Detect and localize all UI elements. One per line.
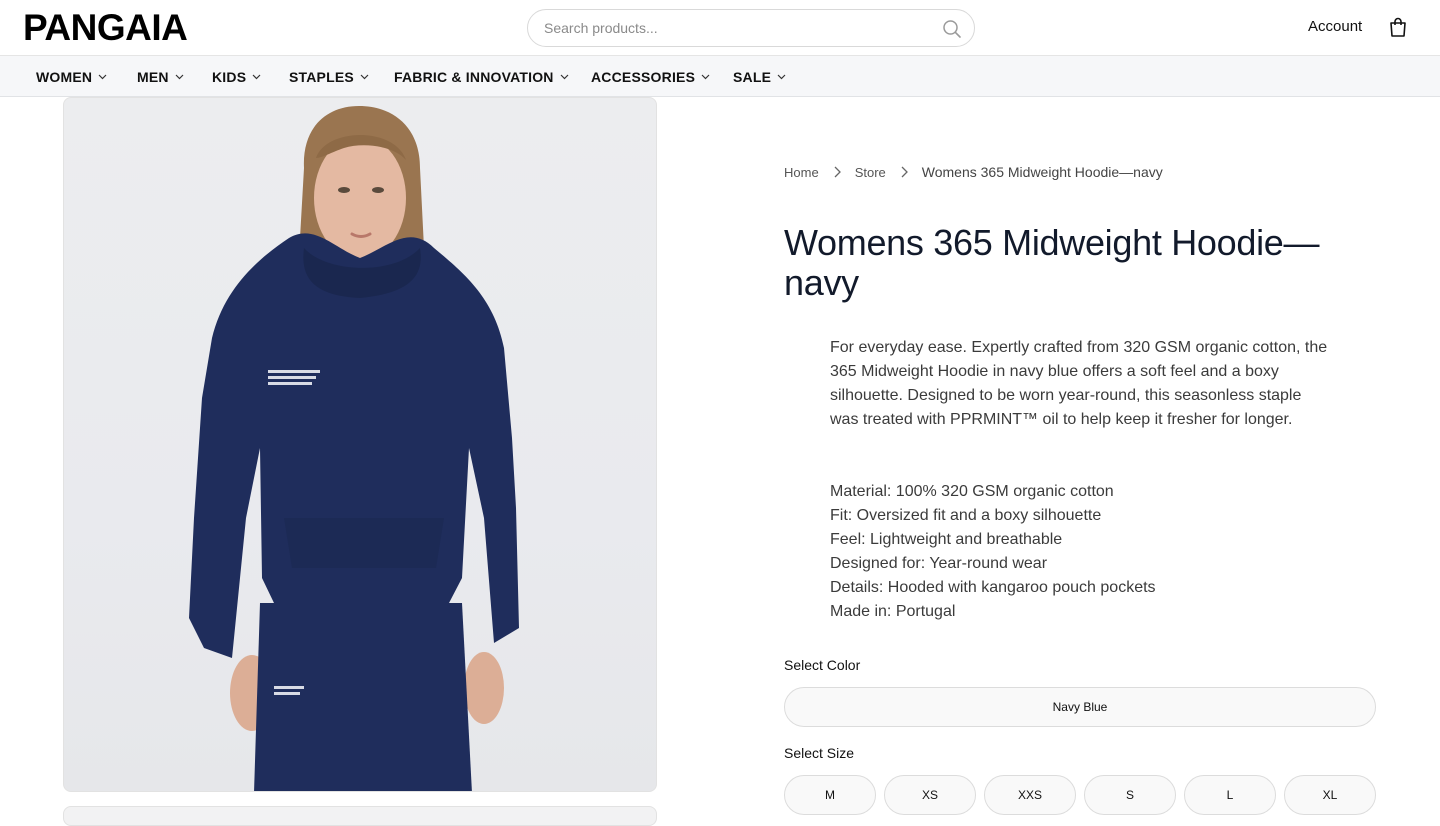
size-option-xs[interactable]: XS [884,775,976,815]
nav-item-label: FABRIC & INNOVATION [394,69,554,85]
chevron-down-icon [175,74,184,80]
site-header: PANGAIA Account [0,0,1440,56]
nav-item-label: MEN [137,69,169,85]
breadcrumb: Home Store Womens 365 Midweight Hoodie—n… [784,163,1163,181]
size-option-s[interactable]: S [1084,775,1176,815]
chevron-down-icon [98,74,107,80]
chevron-down-icon [252,74,261,80]
chevron-down-icon [360,74,369,80]
search-icon[interactable] [942,19,962,39]
chevron-right-icon [901,166,908,178]
spec-designed-for: Designed for: Year-round wear [830,555,1048,572]
product-title: Womens 365 Midweight Hoodie—navy [784,222,1320,303]
nav-item-men[interactable]: MEN [137,68,184,86]
size-option-m[interactable]: M [784,775,876,815]
size-option-xxs[interactable]: XXS [984,775,1076,815]
size-option-l[interactable]: L [1184,775,1276,815]
nav-item-sale[interactable]: SALE [733,68,786,86]
spec-details: Details: Hooded with kangaroo pouch pock… [830,579,1156,596]
nav-item-label: STAPLES [289,69,354,85]
product-image[interactable] [63,97,657,792]
chevron-down-icon [560,74,569,80]
nav-item-label: ACCESSORIES [591,69,696,85]
nav-item-women[interactable]: WOMEN [36,68,107,86]
main-navigation: WOMEN MEN KIDS STAPLES FABRIC & INNOVATI… [0,56,1440,97]
spec-feel: Feel: Lightweight and breathable [830,531,1063,548]
breadcrumb-store[interactable]: Store [855,165,886,180]
chevron-right-icon [834,166,841,178]
model-photo [189,106,519,791]
nav-item-fabric-innovation[interactable]: FABRIC & INNOVATION [394,68,569,86]
spec-fit: Fit: Oversized fit and a boxy silhouette [830,507,1102,524]
chevron-down-icon [701,74,710,80]
select-size-label: Select Size [784,745,855,761]
select-color-label: Select Color [784,657,861,673]
spec-made-in: Made in: Portugal [830,603,956,620]
shopping-bag-icon[interactable] [1388,17,1408,38]
search-input[interactable] [544,10,934,46]
nav-item-label: KIDS [212,69,247,85]
chevron-down-icon [777,74,786,80]
nav-item-accessories[interactable]: ACCESSORIES [591,68,710,86]
color-option-navy-blue[interactable]: Navy Blue [784,687,1376,727]
breadcrumb-current: Womens 365 Midweight Hoodie—navy [921,164,1163,180]
nav-item-staples[interactable]: STAPLES [289,68,369,86]
spec-material: Material: 100% 320 GSM organic cotton [830,483,1114,500]
nav-item-label: WOMEN [36,69,93,85]
nav-item-label: SALE [733,69,772,85]
search-bar[interactable] [527,9,975,47]
product-description: For everyday ease. Expertly crafted from… [830,339,1328,428]
size-option-xl[interactable]: XL [1284,775,1376,815]
breadcrumb-home[interactable]: Home [784,165,819,180]
brand-logo[interactable]: PANGAIA [23,8,188,48]
nav-item-kids[interactable]: KIDS [212,68,261,86]
account-link[interactable]: Account [1308,18,1362,35]
product-image-secondary[interactable] [63,806,657,826]
